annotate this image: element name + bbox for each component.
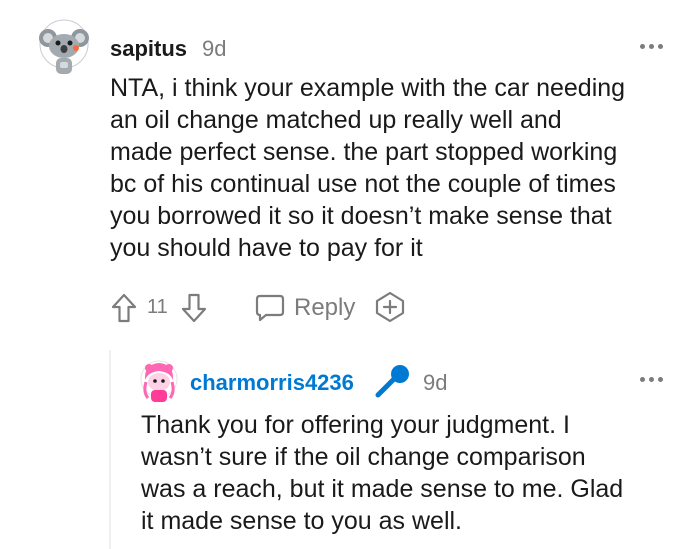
reply-timestamp: 9d (423, 370, 448, 395)
more-dots-icon[interactable] (640, 377, 663, 382)
downvote-arrow-icon[interactable] (180, 292, 208, 324)
comment-body: NTA, i think your example with the car n… (110, 72, 690, 264)
comment-timestamp: 9d (202, 36, 227, 61)
more-dots-icon[interactable] (640, 44, 663, 49)
reply-line: wasn’t sure if the oil change comparison (141, 443, 586, 471)
comment-username[interactable]: sapitus (110, 36, 187, 62)
pink-snoo-avatar-icon[interactable] (140, 360, 178, 404)
chat-bubble-icon (254, 293, 286, 323)
upvote-arrow-icon[interactable] (110, 292, 138, 324)
reply-line: was a reach, but it made sense to me. Gl… (141, 475, 624, 503)
comment-line: an oil change matched up really well and (110, 106, 562, 134)
reply-body: Thank you for offering your judgment. I … (141, 409, 681, 537)
comment-line: you borrowed it so it doesn’t make sense… (110, 202, 612, 230)
reply-username[interactable]: charmorris4236 (190, 370, 354, 396)
vote-count: 11 (147, 296, 168, 318)
snoo-avatar-icon[interactable] (38, 18, 90, 78)
microphone-icon (372, 364, 412, 400)
comment-line: made perfect sense. the part stopped wor… (110, 138, 618, 166)
reply-line: Thank you for offering your judgment. I (141, 411, 570, 439)
reply-button[interactable]: Reply (254, 293, 355, 323)
thread-line[interactable] (109, 350, 111, 549)
reply-label: Reply (294, 294, 356, 321)
comment-line: NTA, i think your example with the car n… (110, 74, 626, 102)
comment-line: bc of his continual use not the couple o… (110, 170, 616, 198)
reply-line: it made sense to you as well. (141, 507, 462, 535)
award-plus-icon[interactable] (374, 291, 406, 323)
comment-line: you should have to pay for it (110, 234, 423, 262)
